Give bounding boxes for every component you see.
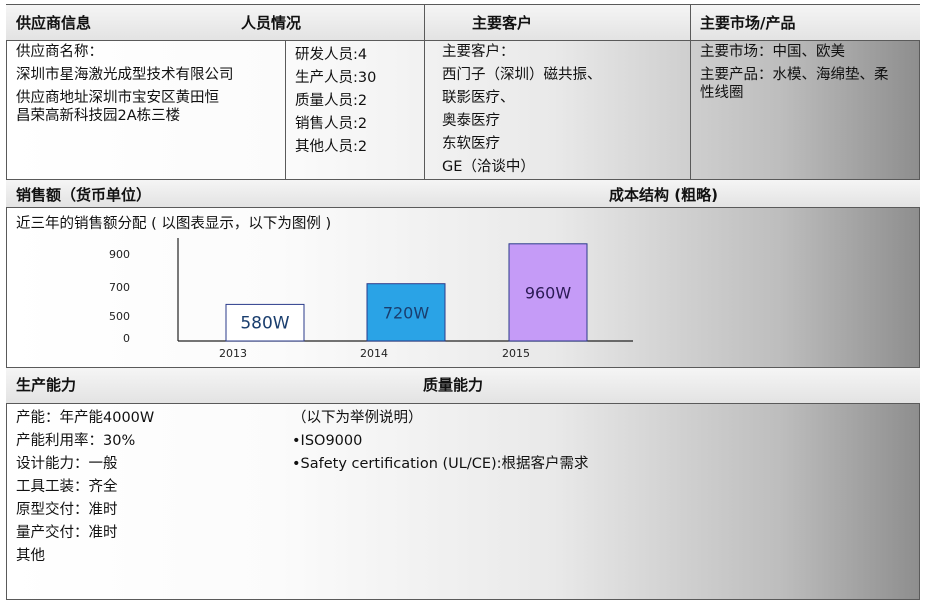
chart-data-label: 960W (525, 283, 572, 302)
quality-block: （以下为举例说明） •ISO9000 •Safety certification… (292, 407, 589, 476)
capacity-line: 原型交付：准时 (16, 502, 118, 518)
capacity-heading: 生产能力 (16, 376, 77, 394)
quality-line: （以下为举例说明） (292, 410, 423, 426)
capacity-line: 量产交付：准时 (16, 525, 118, 541)
chart-x-tick-label: 2015 (502, 347, 530, 360)
chart-y-tick-label: 700 (109, 281, 130, 294)
chart-data-label: 580W (240, 314, 289, 334)
quality-heading: 质量能力 (423, 376, 484, 394)
capacity-line: 其他 (16, 548, 45, 564)
chart-data-label: 720W (383, 303, 430, 322)
chart-y-tick-label: 0 (123, 332, 130, 345)
chart-y-tick-label: 500 (109, 310, 130, 323)
capacity-line: 产能利用率：30% (16, 433, 136, 449)
capacity-line: 工具工装：齐全 (16, 479, 118, 495)
capacity-line: 产能：年产能4000W (16, 410, 155, 426)
capacity-block: 产能：年产能4000W 产能利用率：30% 设计能力：一般 工具工装：齐全 原型… (16, 407, 154, 568)
quality-line: •ISO9000 (292, 433, 363, 449)
chart-x-tick-label: 2013 (219, 347, 247, 360)
production-header-bar: 生产能力 质量能力 (6, 367, 920, 404)
quality-line: •Safety certification (UL/CE):根据客户需求 (292, 456, 589, 472)
chart-x-tick-label: 2014 (360, 347, 388, 360)
capacity-line: 设计能力：一般 (16, 456, 118, 472)
chart-y-tick-label: 900 (109, 248, 130, 261)
